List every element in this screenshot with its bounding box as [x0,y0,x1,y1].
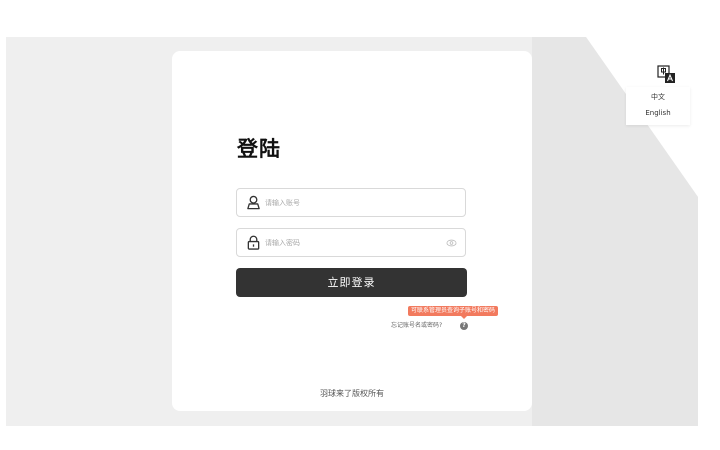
forgot-password-link[interactable]: 忘记账号名或密码? [391,321,442,331]
language-menu: 中文 English [626,87,690,125]
translate-icon[interactable] [657,65,676,84]
username-input[interactable] [265,193,435,212]
login-button[interactable]: 立即登录 [236,268,467,297]
copyright-text: 羽球来了版权所有 [320,389,384,398]
language-option-chinese[interactable]: 中文 [626,92,690,102]
username-field[interactable] [236,188,466,217]
login-card: 登陆 立即登录 可联系管理员查询子账号和密码 忘记账号名或密码? ? 羽球来了版… [172,51,532,411]
account-tooltip: 可联系管理员查询子账号和密码 [408,306,499,316]
language-option-english[interactable]: English [626,109,690,117]
password-field[interactable] [236,228,466,257]
tooltip-arrow [461,316,467,319]
password-input[interactable] [265,233,435,252]
user-icon [247,195,260,210]
eye-icon[interactable] [446,238,457,248]
lock-icon [247,235,260,250]
page-title: 登陆 [237,137,281,161]
help-icon[interactable]: ? [460,322,468,330]
